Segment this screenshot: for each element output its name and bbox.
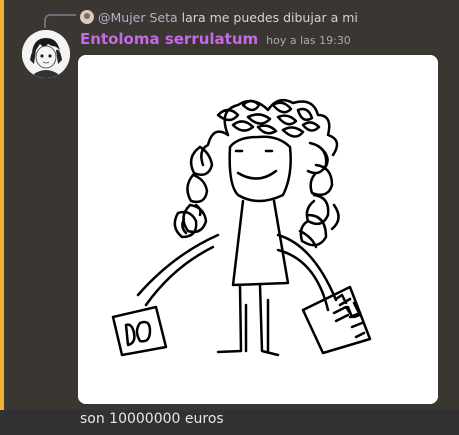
reply-preview[interactable]: @Mujer Seta lara me puedes dibujar a mi [80, 8, 358, 26]
avatar-drawing [22, 30, 70, 78]
author-username[interactable]: Entoloma serrulatum [80, 30, 258, 48]
next-message-row [0, 410, 459, 435]
reply-text[interactable]: lara me puedes dibujar a mi [182, 10, 358, 25]
reply-username[interactable]: @Mujer Seta [98, 10, 178, 25]
attachment-image[interactable] [78, 55, 438, 404]
next-message-text[interactable]: son 10000000 euros [80, 411, 224, 427]
message-header: Entoloma serrulatum hoy a las 19:30 [80, 30, 351, 52]
author-avatar[interactable] [22, 30, 70, 78]
reply-connector-line [44, 14, 76, 28]
reply-avatar[interactable] [80, 10, 94, 24]
message-timestamp[interactable]: hoy a las 19:30 [266, 34, 351, 47]
drawing-image [78, 55, 438, 404]
